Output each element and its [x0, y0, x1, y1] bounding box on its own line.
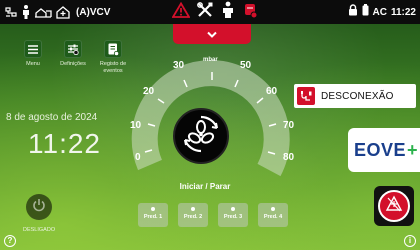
help-icon[interactable]: ?: [4, 235, 16, 247]
preset-1-label: Pred. 1: [143, 214, 163, 220]
disconnection-alarm-text: DESCONEXÃO: [321, 90, 394, 102]
preset-3-label: Pred. 3: [223, 214, 243, 220]
alarm-silence-button[interactable]: [374, 186, 414, 226]
gauge-tick-0: 0: [135, 152, 141, 163]
alarm-bell-slash-icon: [385, 195, 403, 218]
preset-1-indicator: [151, 207, 155, 211]
start-stop-fan-button[interactable]: [173, 108, 229, 164]
power-button[interactable]: [26, 194, 52, 220]
disconnection-alarm-banner[interactable]: DESCONEXÃO: [294, 84, 416, 108]
ventilator-screen: (A)VCV AC 11:22 Menu Definições Registo …: [0, 0, 420, 250]
preset-3-button[interactable]: Pred. 3: [218, 203, 248, 227]
preset-4-button[interactable]: Pred. 4: [258, 203, 288, 227]
brand-logo-plus: +: [407, 139, 418, 160]
start-stop-label: Iniciar / Parar: [179, 182, 231, 191]
power-icon: [32, 198, 46, 217]
fan-icon: [181, 114, 221, 159]
brand-logo-text: EOVE: [354, 139, 407, 160]
brand-logo: EOVE +: [348, 128, 420, 172]
gauge-tick-60: 60: [266, 86, 278, 97]
power-status-label: DESLIGADO: [23, 227, 56, 233]
gauge-tick-20: 20: [143, 86, 155, 97]
preset-2-button[interactable]: Pred. 2: [178, 203, 208, 227]
gauge-tick-50: 50: [240, 60, 252, 71]
disconnection-icon: [297, 87, 315, 105]
alarm-silence-indicator: [378, 190, 410, 222]
preset-2-label: Pred. 2: [183, 214, 203, 220]
gauge-tick-30: 30: [173, 60, 185, 71]
preset-1-button[interactable]: Pred. 1: [138, 203, 168, 227]
info-icon[interactable]: i: [404, 235, 416, 247]
gauge-tick-80: 80: [283, 152, 295, 163]
preset-3-indicator: [231, 207, 235, 211]
preset-4-indicator: [271, 207, 275, 211]
preset-2-indicator: [191, 207, 195, 211]
gauge-unit: mbar: [203, 57, 218, 63]
preset-4-label: Pred. 4: [263, 214, 283, 220]
gauge-tick-70: 70: [283, 120, 295, 131]
gauge-tick-10: 10: [130, 120, 142, 131]
